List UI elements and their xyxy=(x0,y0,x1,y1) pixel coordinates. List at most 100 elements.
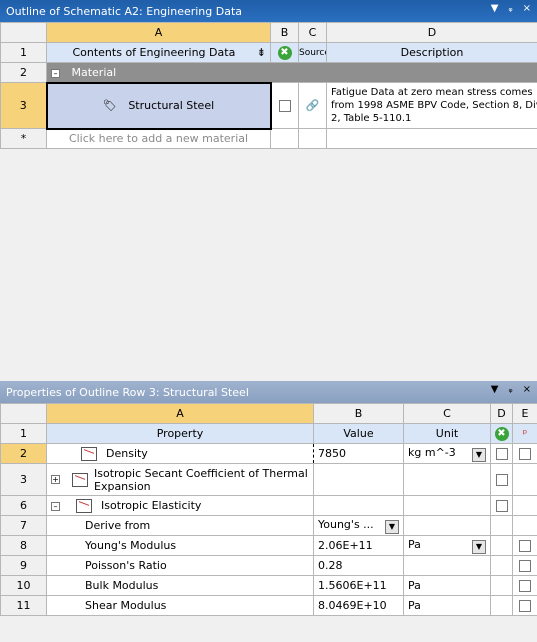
link-icon[interactable]: 🔗 xyxy=(306,99,320,112)
property-row-poissons-ratio[interactable]: 9 Poisson's Ratio 0.28 xyxy=(0,555,537,576)
d-checkbox-cell[interactable] xyxy=(490,495,513,516)
checkbox[interactable] xyxy=(495,448,508,460)
property-name-cell[interactable]: + Isotropic Secant Coefficient of Therma… xyxy=(46,463,314,496)
expand-icon[interactable]: + xyxy=(51,475,60,484)
col-header-c[interactable]: C xyxy=(298,22,327,43)
empty-cell xyxy=(313,495,404,516)
empty-cell xyxy=(403,515,491,536)
e-checkbox-cell[interactable] xyxy=(512,443,537,464)
col-header-c[interactable]: C xyxy=(403,403,491,424)
empty-cell xyxy=(490,575,513,596)
checkbox[interactable] xyxy=(519,560,531,572)
empty-cell xyxy=(270,128,299,149)
row-number: 1 xyxy=(0,42,47,63)
d-checkbox-cell[interactable] xyxy=(490,443,513,464)
desc-line-3: 2, Table 5-110.1 xyxy=(331,113,412,124)
col-header-d[interactable]: D xyxy=(326,22,537,43)
row-number: 2 xyxy=(0,62,47,83)
property-row-bulk-modulus[interactable]: 10 Bulk Modulus 1.5606E+11 Pa xyxy=(0,575,537,596)
description-header: Description xyxy=(326,42,537,63)
row-number: 10 xyxy=(0,575,47,596)
contents-header-label: Contents of Engineering Data xyxy=(72,46,236,59)
property-name-cell[interactable]: Density xyxy=(46,443,314,464)
source-header: Source xyxy=(298,42,327,63)
empty-cell xyxy=(313,463,404,496)
chevron-down-icon[interactable]: ▼ xyxy=(385,519,399,534)
checkbox[interactable] xyxy=(495,474,508,486)
graph-icon xyxy=(75,498,92,513)
col-header-e[interactable]: E xyxy=(512,403,537,424)
youngs-modulus-value[interactable]: 2.06E+11 xyxy=(313,535,404,556)
panel-menu-icon[interactable]: ▼ xyxy=(491,3,499,14)
e-checkbox-cell[interactable] xyxy=(512,535,537,556)
source-link-cell[interactable]: 🔗 xyxy=(298,82,327,129)
pin-icon[interactable]: ᵩ xyxy=(508,384,512,395)
derive-from-select[interactable]: Young's ... ▼ xyxy=(313,515,404,536)
col-header-a[interactable]: A xyxy=(46,22,271,43)
material-group-label[interactable]: – Material xyxy=(46,62,537,83)
property-name-cell: Young's Modulus xyxy=(46,535,314,556)
panel-menu-icon[interactable]: ▼ xyxy=(491,384,499,395)
add-material-cell[interactable]: Click here to add a new material xyxy=(46,128,271,149)
checkbox[interactable] xyxy=(519,448,531,460)
value-header: Value xyxy=(313,423,404,444)
collapse-icon[interactable]: – xyxy=(51,501,60,511)
chevron-down-icon[interactable]: ▼ xyxy=(472,539,486,554)
e-checkbox-cell[interactable] xyxy=(512,575,537,596)
col-header-a[interactable]: A xyxy=(46,403,314,424)
desc-line-1: Fatigue Data at zero mean stress comes xyxy=(331,87,533,98)
youngs-unit-select[interactable]: Pa ▼ xyxy=(403,535,491,556)
suppress-checkbox[interactable] xyxy=(278,100,291,112)
empty-cell xyxy=(512,463,537,496)
suppress-checkbox-cell[interactable] xyxy=(270,82,299,129)
property-row-thermal-expansion[interactable]: 3 + Isotropic Secant Coefficient of Ther… xyxy=(0,463,537,496)
chevron-down-icon[interactable]: ▼ xyxy=(472,447,486,462)
empty-cell xyxy=(512,515,537,536)
properties-panel-title: Properties of Outline Row 3: Structural … xyxy=(0,381,537,403)
property-row-shear-modulus[interactable]: 11 Shear Modulus 8.0469E+10 Pa xyxy=(0,595,537,616)
col-header-b[interactable]: B xyxy=(270,22,299,43)
x-circle-icon: ✖ xyxy=(277,46,292,60)
pin-icon[interactable]: ᵩ xyxy=(508,3,512,14)
graph-icon xyxy=(72,472,88,487)
e-checkbox-cell[interactable] xyxy=(512,595,537,616)
checkbox[interactable] xyxy=(519,540,531,552)
collapse-icon[interactable]: – xyxy=(51,68,60,78)
property-row-density[interactable]: 2 Density 7850 kg m^-3 ▼ xyxy=(0,443,537,464)
empty-cell xyxy=(490,595,513,616)
status-header: ✖ xyxy=(270,42,299,63)
properties-column-headers: A B C D E xyxy=(0,403,537,424)
row-number: 9 xyxy=(0,555,47,576)
property-name-cell: Shear Modulus xyxy=(46,595,314,616)
material-name-cell[interactable]: 🏷 Structural Steel xyxy=(45,81,272,130)
density-value[interactable]: 7850 xyxy=(313,443,404,464)
properties-title-text: Properties of Outline Row 3: Structural … xyxy=(6,385,249,399)
checkbox[interactable] xyxy=(519,580,531,592)
corner-cell xyxy=(0,403,47,424)
shear-modulus-unit: Pa xyxy=(403,595,491,616)
row-number: 3 xyxy=(0,82,47,129)
property-row-youngs-modulus[interactable]: 8 Young's Modulus 2.06E+11 Pa ▼ xyxy=(0,535,537,556)
add-material-row[interactable]: * Click here to add a new material xyxy=(0,128,537,149)
corner-cell xyxy=(0,22,47,43)
property-name-cell[interactable]: – Isotropic Elasticity xyxy=(46,495,314,516)
density-unit-select[interactable]: kg m^-3 ▼ xyxy=(403,443,491,464)
poissons-ratio-value[interactable]: 0.28 xyxy=(313,555,404,576)
col-header-d[interactable]: D xyxy=(490,403,513,424)
property-row-isotropic-elasticity[interactable]: 6 – Isotropic Elasticity xyxy=(0,495,537,516)
material-group-row[interactable]: 2 – Material xyxy=(0,62,537,83)
sort-icon[interactable]: ⇟ xyxy=(257,46,266,59)
outline-panel-title: Outline of Schematic A2: Engineering Dat… xyxy=(0,0,537,22)
property-row-derive-from[interactable]: 7 Derive from Young's ... ▼ xyxy=(0,515,537,536)
checkbox[interactable] xyxy=(519,600,531,612)
e-checkbox-cell[interactable] xyxy=(512,555,537,576)
properties-table: A B C D E 1 Property Value Unit ✖ ᵖ 2 De… xyxy=(0,403,537,616)
close-icon[interactable]: × xyxy=(523,384,531,395)
material-row-structural-steel[interactable]: 3 🏷 Structural Steel 🔗 Fatigue Data at z… xyxy=(0,81,537,130)
contents-header[interactable]: Contents of Engineering Data ⇟ xyxy=(46,42,271,63)
checkbox[interactable] xyxy=(495,500,508,512)
col-header-b[interactable]: B xyxy=(313,403,404,424)
close-icon[interactable]: × xyxy=(523,3,531,14)
d-checkbox-cell[interactable] xyxy=(490,463,513,496)
empty-cell xyxy=(512,495,537,516)
